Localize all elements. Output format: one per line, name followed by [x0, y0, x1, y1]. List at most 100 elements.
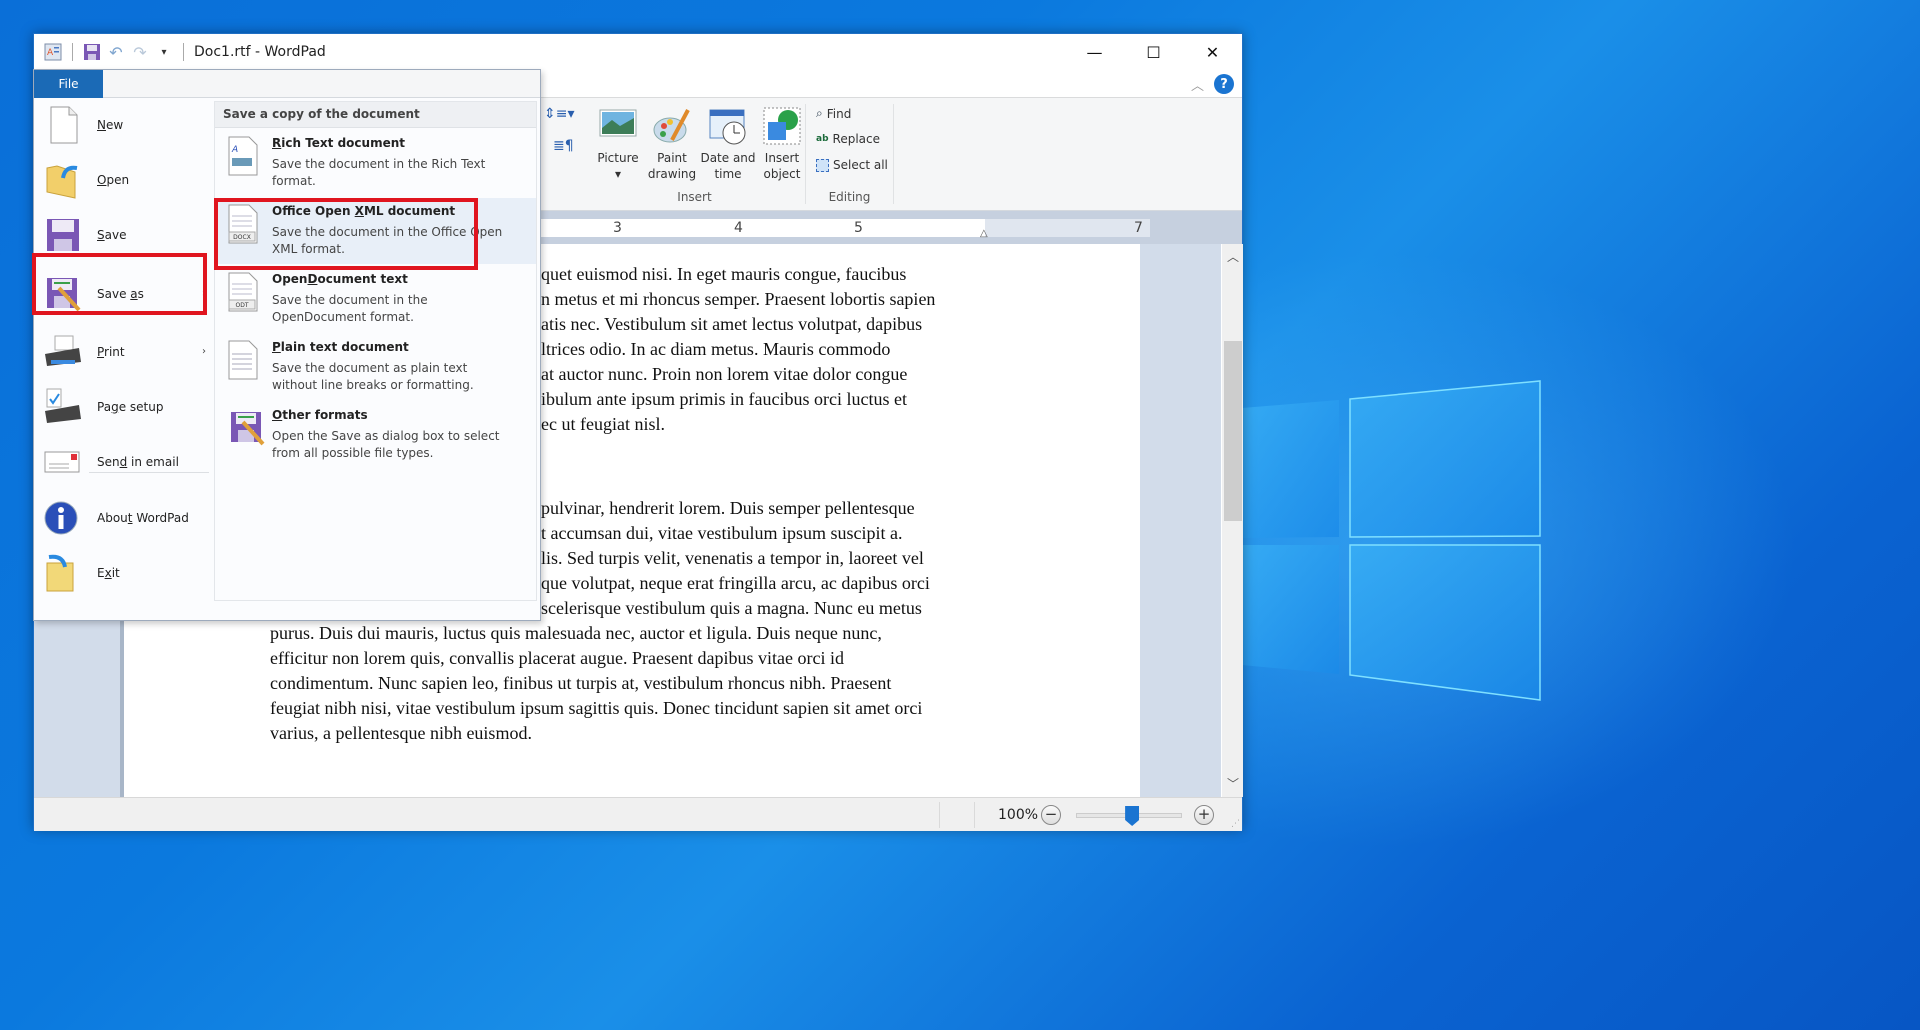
txt-file-icon: [227, 340, 259, 380]
scroll-down-button[interactable]: ﹀: [1222, 775, 1244, 795]
picture-button[interactable]: Picture ▾: [590, 106, 646, 182]
paint-drawing-button[interactable]: Paint drawing: [644, 106, 700, 182]
file-menu-item-label: Send in email: [97, 454, 179, 469]
page-setup-icon: [43, 387, 83, 427]
document-paragraph: pulvinar, hendrerit lorem. Duis semper p…: [541, 498, 930, 618]
right-indent-marker[interactable]: △: [980, 228, 988, 239]
calendar-clock-icon: [708, 106, 748, 146]
option-description: Save the document as plain text without …: [272, 361, 474, 392]
line-spacing-icon[interactable]: ⇕≡▾: [544, 106, 575, 122]
close-button[interactable]: ✕: [1183, 34, 1242, 70]
minimize-button[interactable]: —: [1065, 34, 1124, 70]
document-paragraph: purus. Duis dui mauris, luctus quis male…: [270, 623, 923, 743]
document-paragraph: quet euismod nisi. In eget mauris congue…: [541, 264, 936, 434]
vertical-scrollbar[interactable]: ︿ ﹀: [1221, 244, 1243, 797]
insert-group: Picture ▾ Paint drawing Date and time Inser…: [584, 104, 806, 204]
redo-icon[interactable]: ↷: [131, 43, 149, 62]
option-title: Plain text document: [272, 340, 409, 354]
file-menu-item-label: Open: [97, 173, 130, 188]
date-and-time-button[interactable]: Date and time: [700, 106, 756, 182]
file-menu: File New Open Save Save as › Print › Page setup…: [32, 69, 541, 621]
find-button[interactable]: ⌕ Find: [816, 106, 851, 121]
quick-access-toolbar: A ↶ ↷ ▾: [34, 34, 188, 70]
highlight-box: [32, 253, 207, 315]
wordpad-app-icon[interactable]: A: [44, 43, 62, 61]
customize-qat-icon[interactable]: ▾: [155, 43, 173, 61]
zoom-slider[interactable]: [1076, 806, 1182, 826]
picture-icon: [598, 106, 638, 146]
rtf-file-icon: A: [227, 136, 259, 176]
file-tab[interactable]: File: [34, 70, 103, 98]
window-title: Doc1.rtf - WordPad: [194, 44, 326, 60]
option-title: Other formats: [272, 408, 368, 422]
replace-icon: ab: [816, 134, 829, 144]
svg-text:A: A: [231, 145, 238, 155]
file-menu-item-print[interactable]: Print ›: [34, 325, 214, 379]
file-menu-item-send-in-email[interactable]: Send in email: [34, 435, 214, 489]
menu-separator: [89, 472, 209, 473]
editing-group-label: Editing: [828, 190, 871, 204]
email-icon: [43, 442, 83, 482]
option-description: Save the document in the Rich Text forma…: [272, 157, 486, 188]
binoculars-icon: ⌕: [816, 106, 823, 120]
maximize-button[interactable]: ☐: [1124, 34, 1183, 70]
select-all-button[interactable]: Select all: [816, 158, 888, 172]
paint-palette-icon: [652, 106, 692, 146]
collapse-ribbon-icon[interactable]: ︿: [1191, 75, 1204, 94]
option-description: Open the Save as dialog box to select fr…: [272, 429, 500, 460]
save-as-option-other-formats[interactable]: Other formats Open the Save as dialog box…: [215, 402, 536, 468]
file-menu-item-label: Exit: [97, 566, 120, 581]
resize-grip-icon[interactable]: ⋰: [1231, 819, 1240, 829]
title-bar: A ↶ ↷ ▾ Doc1.rtf - WordPad — ☐ ✕: [34, 34, 1242, 70]
zoom-level: 100%: [998, 807, 1039, 823]
file-menu-item-label: Page setup: [97, 399, 164, 414]
insert-object-button[interactable]: Insert object: [754, 106, 810, 182]
save-as-icon: [227, 408, 265, 448]
option-description: Save the document in the OpenDocument fo…: [272, 293, 428, 324]
open-folder-icon: [43, 160, 83, 200]
insert-object-icon: [762, 106, 802, 146]
paragraph-icon[interactable]: ≣¶: [553, 138, 574, 154]
file-menu-item-label: Save: [97, 228, 127, 243]
svg-text:ODT: ODT: [235, 302, 248, 309]
printer-icon: [43, 332, 83, 372]
editing-group: ⌕ Find ab Replace Select all Editing: [806, 104, 894, 204]
file-menu-header: File: [34, 70, 540, 98]
scrollbar-thumb[interactable]: [1224, 341, 1242, 521]
file-menu-commands: New Open Save Save as › Print › Page setup Send …: [34, 98, 214, 620]
zoom-in-button[interactable]: +: [1194, 805, 1214, 825]
save-as-submenu: Save a copy of the document A Rich Text d…: [214, 101, 537, 601]
save-as-option-rich-text-document[interactable]: A Rich Text document Save the document in …: [215, 130, 536, 196]
scroll-up-button[interactable]: ︿: [1222, 248, 1244, 268]
highlight-box: [214, 198, 478, 270]
replace-button[interactable]: ab Replace: [816, 132, 880, 146]
file-menu-item-about-wordpad[interactable]: About WordPad: [34, 491, 214, 545]
option-title: OpenDocument text: [272, 272, 408, 286]
file-menu-item-exit[interactable]: Exit: [34, 546, 214, 600]
option-title: Rich Text document: [272, 136, 405, 150]
zoom-out-button[interactable]: −: [1041, 805, 1061, 825]
file-menu-item-label: New: [97, 118, 124, 132]
save-floppy-icon: [43, 215, 83, 255]
file-menu-item-new[interactable]: New: [34, 98, 214, 152]
file-menu-item-label: Print: [97, 344, 125, 359]
save-icon[interactable]: [83, 43, 101, 61]
status-bar: 100% − + ⋰: [34, 797, 1242, 831]
file-menu-item-label: About WordPad: [97, 511, 189, 526]
insert-group-label: Insert: [677, 190, 712, 204]
submenu-arrow-icon: ›: [202, 346, 206, 358]
save-as-option-opendocument-text[interactable]: ODT OpenDocument text Save the document in…: [215, 266, 536, 332]
svg-text:A: A: [47, 48, 54, 58]
save-as-option-plain-text-document[interactable]: Plain text document Save the document as …: [215, 334, 536, 400]
info-icon: [43, 498, 83, 538]
undo-icon[interactable]: ↶: [107, 43, 125, 62]
zoom-slider-thumb[interactable]: [1125, 806, 1140, 826]
file-menu-item-open[interactable]: Open: [34, 153, 214, 207]
exit-icon: [43, 553, 83, 593]
help-icon[interactable]: ?: [1214, 74, 1234, 94]
submenu-title: Save a copy of the document: [215, 102, 536, 128]
select-all-icon: [816, 158, 829, 172]
new-document-icon: [43, 105, 83, 145]
file-menu-item-page-setup[interactable]: Page setup: [34, 380, 214, 434]
odt-file-icon: ODT: [227, 272, 259, 312]
